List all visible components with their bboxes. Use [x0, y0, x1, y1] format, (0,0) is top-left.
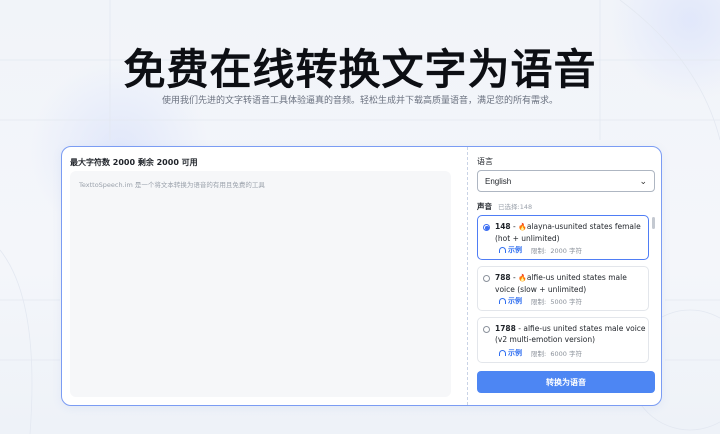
voice-meta: 示例 限制: 5000 字符	[499, 296, 582, 306]
voice-meta: 示例 限制: 2000 字符	[499, 245, 582, 255]
convert-button[interactable]: 转换为语音	[477, 371, 655, 393]
sample-button[interactable]: 示例	[499, 348, 522, 358]
sample-button[interactable]: 示例	[499, 245, 522, 255]
voice-settings-pane: 语言 English ⌄ 声音 已选择:148 148 - 🔥alayna-usu…	[468, 147, 661, 405]
voice-list[interactable]: 148 - 🔥alayna-usunited states female (ho…	[477, 215, 655, 363]
limit-label: 限制:	[531, 298, 547, 306]
voice-name: alayna-usunited states female (hot + unl…	[495, 222, 641, 243]
voice-meta: 示例 限制: 6000 字符	[499, 348, 582, 358]
voice-item-788[interactable]: 788 - 🔥alfie-us united states male voice…	[477, 266, 649, 311]
voice-radio[interactable]	[483, 224, 490, 231]
limit-label: 限制:	[531, 247, 547, 255]
chevron-down-icon: ⌄	[639, 175, 647, 186]
headphone-icon	[499, 298, 506, 304]
text-editor-pane: 最大字符数 2000 剩余 2000 可用 TexttoSpeech.im 是一…	[62, 147, 468, 405]
page-title: 免费在线转换文字为语音	[123, 45, 597, 94]
limit-value: 2000 字符	[550, 247, 582, 255]
language-selected-value: English	[485, 176, 512, 186]
page-subtitle: 使用我们先进的文字转语音工具体验逼真的音频。轻松生成并下载高质量语音，满足您的所…	[161, 96, 558, 106]
voice-list-scrollbar[interactable]	[651, 215, 655, 363]
language-label: 语言	[477, 157, 493, 166]
char-limit-label: 最大字符数 2000 剩余 2000 可用	[70, 158, 198, 167]
tts-card: 最大字符数 2000 剩余 2000 可用 TexttoSpeech.im 是一…	[61, 146, 662, 406]
limit-value: 6000 字符	[550, 350, 582, 358]
limit-label: 限制:	[531, 350, 547, 358]
language-select[interactable]: English ⌄	[477, 170, 655, 192]
flame-icon: 🔥	[518, 274, 527, 282]
voice-radio[interactable]	[483, 326, 490, 333]
scroll-thumb[interactable]	[652, 217, 655, 229]
voice-radio[interactable]	[483, 275, 490, 282]
voice-item-148[interactable]: 148 - 🔥alayna-usunited states female (ho…	[477, 215, 649, 260]
voice-name: alfie-us united states male voice (v2 mu…	[495, 324, 646, 344]
voice-id: 1788	[495, 324, 516, 333]
voice-name-row: 788 - 🔥alfie-us united states male voice…	[495, 273, 627, 294]
headphone-icon	[499, 247, 506, 253]
voice-name: alfie-us united states male voice (slow …	[495, 273, 627, 294]
voice-name-row: 148 - 🔥alayna-usunited states female (ho…	[495, 222, 641, 243]
sample-button[interactable]: 示例	[499, 296, 522, 306]
voice-label: 声音	[477, 202, 492, 211]
voice-id: 148	[495, 222, 511, 231]
voice-selected-count: 已选择:148	[498, 203, 533, 211]
voice-id: 788	[495, 273, 511, 282]
text-input[interactable]: TexttoSpeech.im 是一个将文本转换为语音的有用且免费的工具	[70, 171, 451, 397]
voice-name-row: 1788 - alfie-us united states male voice…	[495, 324, 646, 344]
voice-item-1788[interactable]: 1788 - alfie-us united states male voice…	[477, 317, 649, 363]
flame-icon: 🔥	[518, 223, 527, 231]
voice-label-row: 声音 已选择:148	[477, 201, 532, 212]
headphone-icon	[499, 350, 506, 356]
limit-value: 5000 字符	[550, 298, 582, 306]
